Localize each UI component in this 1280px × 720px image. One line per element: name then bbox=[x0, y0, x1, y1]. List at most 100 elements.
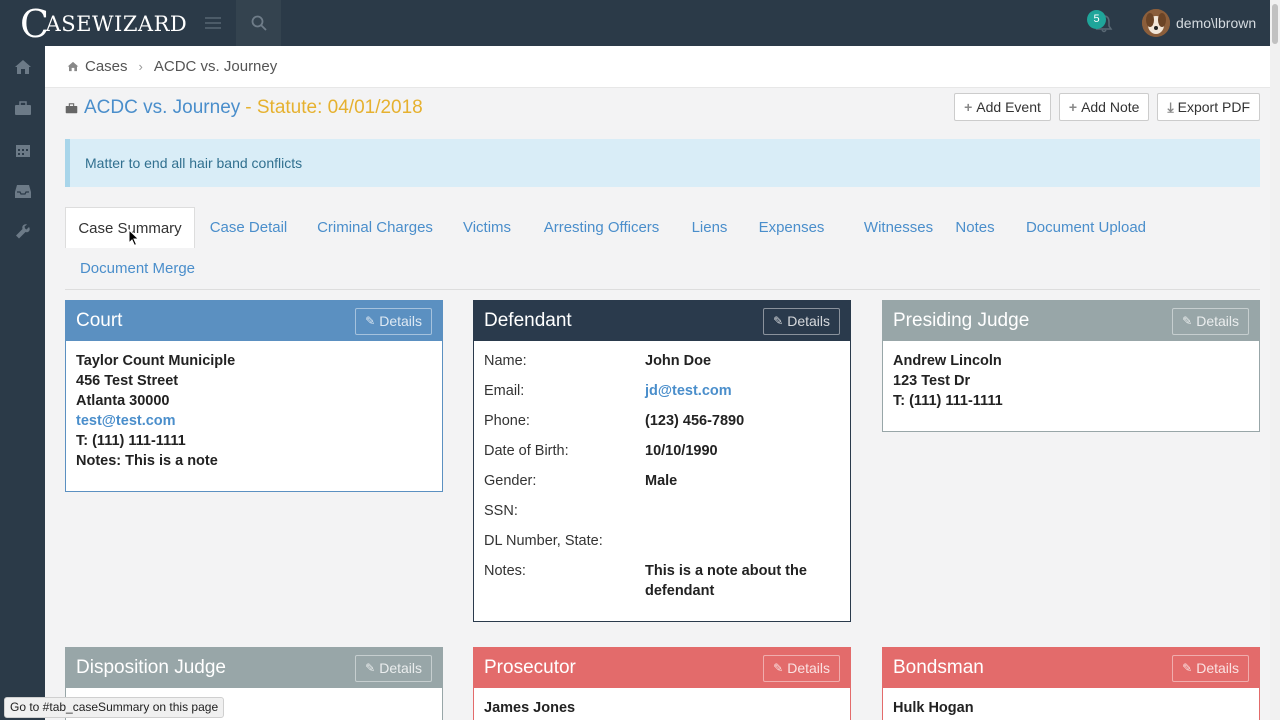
presiding-judge-panel: Presiding Judge ✎ Details Andrew Lincoln … bbox=[882, 300, 1260, 432]
court-notes: Notes: This is a note bbox=[76, 453, 218, 469]
browser-status-bar: Go to #tab_caseSummary on this page bbox=[4, 697, 225, 718]
prosecutor-panel: Prosecutor ✎ Details James Jones bbox=[473, 647, 851, 720]
court-details-button[interactable]: ✎ Details bbox=[355, 307, 432, 335]
inbox-icon[interactable] bbox=[0, 170, 45, 212]
court-city: Atlanta 30000 bbox=[76, 393, 170, 409]
bondsman-name: Hulk Hogan bbox=[893, 700, 974, 716]
defendant-panel-body: Name: John Doe Email: jd@test.com Phone: (1… bbox=[474, 341, 850, 621]
field-label: Name: bbox=[484, 353, 527, 369]
defendant-panel-title: Defendant bbox=[484, 310, 572, 331]
bondsman-title: Bondsman bbox=[893, 657, 984, 678]
court-panel-body: Taylor Count Municiple 456 Test Street A… bbox=[66, 341, 442, 481]
breadcrumb-current: ACDC vs. Journey bbox=[153, 58, 278, 75]
breadcrumb: Cases › ACDC vs. Journey bbox=[45, 46, 1270, 88]
defendant-details-button[interactable]: ✎ Details bbox=[763, 307, 840, 335]
field-label: Email: bbox=[484, 383, 525, 399]
details-label: Details bbox=[379, 660, 422, 676]
hamburger-icon[interactable] bbox=[190, 0, 236, 46]
details-label: Details bbox=[787, 660, 830, 676]
casewizard-logo[interactable]: C ASEWIZARD bbox=[20, 4, 187, 44]
tab-expenses[interactable]: Expenses bbox=[751, 207, 832, 248]
case-name: ACDC vs. Journey bbox=[84, 97, 241, 118]
prosecutor-panel-header: Prosecutor ✎ Details bbox=[474, 648, 850, 688]
prosecutor-panel-body: James Jones bbox=[474, 688, 850, 720]
defendant-name: John Doe bbox=[645, 353, 712, 369]
page-title: ACDC vs. Journey - Statute: 04/01/2018 bbox=[65, 96, 423, 120]
case-tabs: Case Summary Case Detail Criminal Charge… bbox=[65, 207, 1260, 290]
prosecutor-title: Prosecutor bbox=[484, 657, 576, 678]
tab-arresting-officers[interactable]: Arresting Officers bbox=[534, 207, 669, 248]
top-navbar: C ASEWIZARD 5 demo\lbrown bbox=[0, 0, 1280, 46]
home-icon[interactable] bbox=[67, 61, 79, 72]
page-scrollbar[interactable] bbox=[1270, 0, 1280, 720]
add-event-label: Add Event bbox=[976, 99, 1041, 115]
field-label: Phone: bbox=[484, 413, 530, 429]
user-avatar[interactable] bbox=[1142, 9, 1170, 37]
briefcase-icon bbox=[65, 102, 78, 114]
defendant-email-link[interactable]: jd@test.com bbox=[645, 383, 732, 399]
defendant-dob-row: Date of Birth: 10/10/1990 bbox=[484, 441, 840, 461]
field-label: SSN: bbox=[484, 503, 518, 519]
add-note-button[interactable]: + Add Note bbox=[1058, 93, 1150, 121]
court-phone: T: (111) 111-1111 bbox=[76, 433, 186, 449]
tab-witnesses[interactable]: Witnesses bbox=[846, 207, 951, 248]
court-panel-header: Court ✎ Details bbox=[66, 301, 442, 341]
details-label: Details bbox=[379, 313, 422, 329]
tab-case-detail[interactable]: Case Detail bbox=[201, 207, 296, 248]
notification-badge[interactable]: 5 bbox=[1087, 10, 1106, 29]
defendant-phone: (123) 456-7890 bbox=[645, 413, 745, 429]
judge-address: 123 Test Dr bbox=[893, 373, 971, 389]
details-label: Details bbox=[1196, 313, 1239, 329]
tab-liens[interactable]: Liens bbox=[683, 207, 736, 248]
export-pdf-button[interactable]: ⤓ Export PDF bbox=[1157, 93, 1260, 121]
defendant-gender: Male bbox=[645, 473, 678, 489]
judge-phone: T: (111) 111-1111 bbox=[893, 393, 1003, 409]
pencil-icon: ✎ bbox=[773, 661, 784, 675]
court-panel-title: Court bbox=[76, 310, 123, 331]
pencil-icon: ✎ bbox=[773, 314, 784, 328]
bondsman-details-button[interactable]: ✎ Details bbox=[1172, 654, 1249, 682]
defendant-email-row: Email: jd@test.com bbox=[484, 381, 840, 401]
field-label: Notes: bbox=[484, 563, 526, 579]
court-email-link[interactable]: test@test.com bbox=[76, 413, 176, 429]
chevron-right-icon: › bbox=[138, 59, 143, 74]
tab-document-merge[interactable]: Document Merge bbox=[65, 248, 210, 289]
court-name: Taylor Count Municiple bbox=[76, 353, 236, 369]
add-event-button[interactable]: + Add Event bbox=[954, 93, 1051, 121]
tab-criminal-charges[interactable]: Criminal Charges bbox=[310, 207, 440, 248]
home-icon[interactable] bbox=[0, 46, 45, 88]
scrollbar-thumb[interactable] bbox=[1272, 4, 1278, 44]
search-icon[interactable] bbox=[236, 0, 281, 46]
briefcase-icon[interactable] bbox=[0, 87, 45, 129]
mouse-cursor-icon bbox=[128, 228, 140, 247]
defendant-gender-row: Gender: Male bbox=[484, 471, 840, 491]
prosecutor-details-button[interactable]: ✎ Details bbox=[763, 654, 840, 682]
calendar-icon[interactable] bbox=[0, 129, 45, 171]
defendant-dl-row: DL Number, State: bbox=[484, 531, 840, 551]
pencil-icon: ✎ bbox=[365, 314, 376, 328]
wrench-icon[interactable] bbox=[0, 211, 45, 253]
bondsman-panel-header: Bondsman ✎ Details bbox=[883, 648, 1259, 688]
breadcrumb-cases[interactable]: Cases bbox=[85, 58, 128, 75]
export-pdf-label: Export PDF bbox=[1177, 99, 1250, 115]
defendant-ssn bbox=[645, 501, 840, 521]
add-note-label: Add Note bbox=[1081, 99, 1140, 115]
statute-date: - Statute: 04/01/2018 bbox=[245, 97, 423, 118]
presiding-judge-panel-header: Presiding Judge ✎ Details bbox=[883, 301, 1259, 341]
plus-icon: + bbox=[964, 99, 973, 115]
disposition-judge-details-button[interactable]: ✎ Details bbox=[355, 654, 432, 682]
tab-document-upload[interactable]: Document Upload bbox=[1018, 207, 1154, 248]
case-description-alert: Matter to end all hair band conflicts bbox=[65, 139, 1260, 187]
username-label[interactable]: demo\lbrown bbox=[1176, 15, 1256, 31]
tab-victims[interactable]: Victims bbox=[454, 207, 520, 248]
defendant-dob: 10/10/1990 bbox=[645, 443, 718, 459]
tab-notes[interactable]: Notes bbox=[945, 207, 1005, 248]
defendant-ssn-row: SSN: bbox=[484, 501, 840, 521]
action-buttons: + Add Event + Add Note ⤓ Export PDF bbox=[954, 93, 1260, 121]
presiding-judge-details-button[interactable]: ✎ Details bbox=[1172, 307, 1249, 335]
presiding-judge-panel-body: Andrew Lincoln 123 Test Dr T: (111) 111-… bbox=[883, 341, 1259, 421]
pencil-icon: ✎ bbox=[365, 661, 376, 675]
defendant-dl bbox=[645, 531, 840, 551]
court-street: 456 Test Street bbox=[76, 373, 179, 389]
pencil-icon: ✎ bbox=[1182, 314, 1193, 328]
